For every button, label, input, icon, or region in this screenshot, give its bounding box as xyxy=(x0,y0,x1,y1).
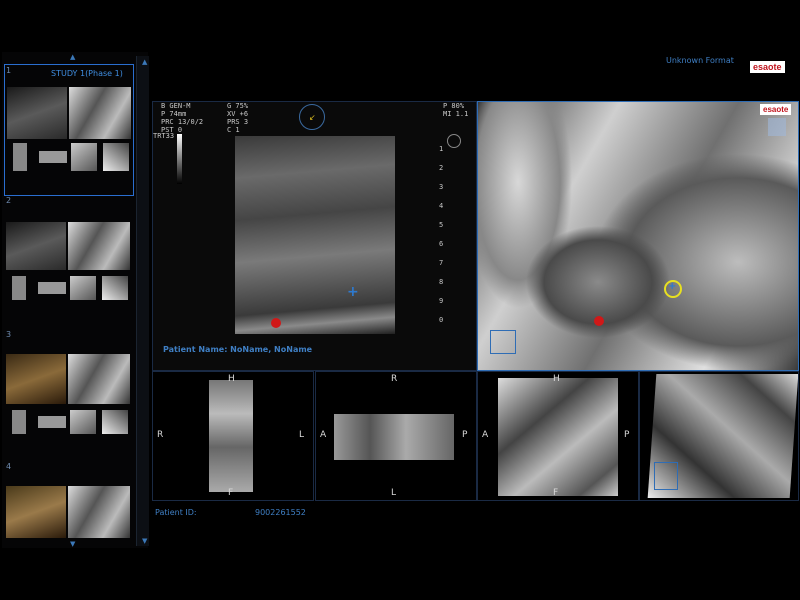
target-marker[interactable] xyxy=(271,318,281,328)
patient-id-value: 9002261552 xyxy=(255,508,306,517)
thumb-oblique[interactable] xyxy=(103,143,129,171)
thumb-ultrasound[interactable] xyxy=(6,486,66,538)
probe-model-icon[interactable] xyxy=(490,330,516,354)
scroll-down-icon[interactable]: ▼ xyxy=(142,537,147,545)
coronal-image[interactable] xyxy=(209,380,253,492)
thumb-oblique[interactable] xyxy=(102,410,128,434)
orient-top: R xyxy=(391,374,398,384)
thumb-axial[interactable] xyxy=(38,416,66,428)
thumb-ultrasound[interactable] xyxy=(6,354,66,404)
thumb-coronal[interactable] xyxy=(12,276,26,300)
study-title: STUDY 1(Phase 1) xyxy=(51,69,123,78)
orient-left: R xyxy=(157,430,164,440)
probe-model-icon[interactable] xyxy=(654,462,678,490)
ultrasound-viewport[interactable]: B GEN-M P 74mm PRC 13/0/2 PST 0 G 75% XV +6… xyxy=(152,101,477,371)
us-info-left: B GEN-M P 74mm PRC 13/0/2 PST 0 xyxy=(161,102,204,134)
sagittal-image[interactable] xyxy=(498,378,618,496)
orient-left: A xyxy=(320,430,327,440)
ultrasound-image[interactable]: + xyxy=(235,136,395,334)
orientation-globe-icon[interactable]: ↙ xyxy=(299,104,325,130)
thumb-sagittal[interactable] xyxy=(70,276,96,300)
grayscale-bar xyxy=(177,134,182,184)
thumb-axial[interactable] xyxy=(38,282,66,294)
scroll-up-icon[interactable]: ▲ xyxy=(142,58,147,66)
orient-bottom: F xyxy=(228,488,234,498)
patient-id-label: Patient ID: xyxy=(155,508,197,517)
coronal-viewport[interactable]: H R L F xyxy=(152,371,314,501)
thumb-mri[interactable] xyxy=(69,87,131,139)
orient-bottom: F xyxy=(553,488,559,498)
orient-right: P xyxy=(462,430,468,440)
study-number: 4 xyxy=(6,462,12,471)
thumb-coronal[interactable] xyxy=(13,143,27,171)
orient-right: L xyxy=(299,430,305,440)
study-number: 2 xyxy=(6,196,12,205)
mri-viewport[interactable]: esaote + xyxy=(477,101,799,371)
strip-scrollbar[interactable] xyxy=(136,56,149,546)
thumb-sagittal[interactable] xyxy=(71,143,97,171)
orient-bottom: L xyxy=(391,488,397,498)
orient-top: H xyxy=(553,374,560,384)
study-card-3[interactable]: 3 xyxy=(4,330,132,440)
thumb-ultrasound[interactable] xyxy=(7,87,67,139)
oblique-viewport[interactable] xyxy=(639,371,799,501)
probe-label: TRT33 xyxy=(153,132,175,140)
axial-viewport[interactable]: R A P L xyxy=(315,371,477,501)
esaote-logo: esaote xyxy=(750,61,785,73)
us-info-mid: G 75% XV +6 PRS 3C 1 xyxy=(227,102,249,134)
orient-left: A xyxy=(482,430,489,440)
thumb-mri[interactable] xyxy=(68,486,130,538)
orient-right: P xyxy=(624,430,630,440)
study-card-2[interactable]: 2 xyxy=(4,196,132,306)
study-number: 3 xyxy=(6,330,12,339)
crosshair-icon[interactable]: + xyxy=(347,284,359,300)
target-marker[interactable] xyxy=(594,316,604,326)
thumb-axial[interactable] xyxy=(39,151,67,163)
settings-hex-icon[interactable] xyxy=(447,134,461,148)
format-label: Unknown Format xyxy=(666,56,734,65)
strip-up-arrow-icon[interactable]: ▲ xyxy=(70,53,75,61)
sagittal-viewport[interactable]: H A P F xyxy=(477,371,639,501)
orient-top: H xyxy=(228,374,235,384)
depth-scale: 12 34 56 78 90 xyxy=(439,145,444,324)
study-card-1[interactable]: 1 STUDY 1(Phase 1) xyxy=(4,64,134,196)
thumb-ultrasound[interactable] xyxy=(6,222,66,270)
view-options-icon[interactable] xyxy=(768,118,786,136)
thumb-mri[interactable] xyxy=(68,222,130,270)
cursor-ring-icon[interactable]: + xyxy=(664,280,682,298)
panel-logo: esaote xyxy=(760,104,792,115)
study-card-4[interactable]: 4 xyxy=(4,462,132,542)
study-number: 1 xyxy=(6,66,12,75)
axial-image[interactable] xyxy=(334,414,454,460)
thumb-oblique[interactable] xyxy=(102,276,128,300)
thumb-coronal[interactable] xyxy=(12,410,26,434)
thumb-sagittal[interactable] xyxy=(70,410,96,434)
patient-name: Patient Name: NoName, NoName xyxy=(163,345,313,354)
thumb-mri[interactable] xyxy=(68,354,130,404)
us-info-right: P 80% MI 1.1 xyxy=(443,102,469,118)
